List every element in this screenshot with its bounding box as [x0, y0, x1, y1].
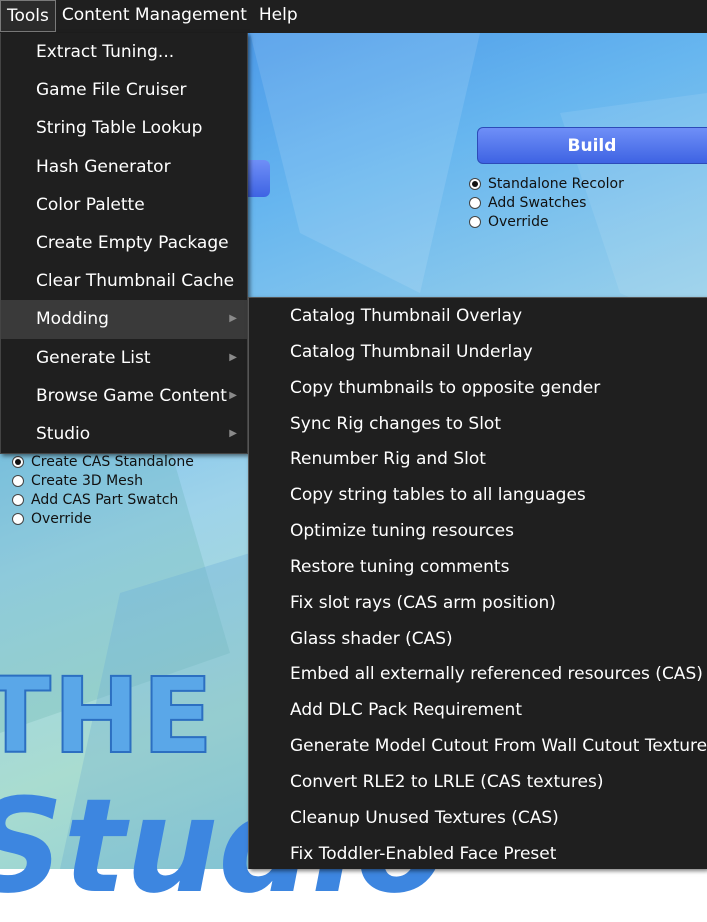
submenu-item-convert-rle2[interactable]: Convert RLE2 to LRLE (CAS textures)	[249, 764, 707, 800]
menu-item-label: String Table Lookup	[36, 118, 203, 139]
tools-dropdown: Extract Tuning... Game File Cruiser Stri…	[0, 33, 248, 454]
submenu-arrow-icon: ▶	[229, 389, 237, 401]
menu-content-management[interactable]: Content Management	[56, 0, 253, 32]
submenu-item-fix-slot-rays[interactable]: Fix slot rays (CAS arm position)	[249, 585, 707, 621]
menu-item-label: Clear Thumbnail Cache	[36, 271, 235, 292]
submenu-item-cleanup-textures[interactable]: Cleanup Unused Textures (CAS)	[249, 800, 707, 836]
menu-item-hash-generator[interactable]: Hash Generator	[1, 148, 247, 186]
menu-item-create-empty-package[interactable]: Create Empty Package	[1, 224, 247, 262]
submenu-item-generate-model-cutout[interactable]: Generate Model Cutout From Wall Cutout T…	[249, 728, 707, 764]
option-label: Override	[488, 213, 549, 230]
option-label: Create CAS Standalone	[31, 453, 194, 470]
menu-item-generate-list[interactable]: Generate List ▶	[1, 339, 247, 377]
menu-help[interactable]: Help	[253, 0, 304, 32]
radio[interactable]	[469, 196, 481, 209]
option-label: Add CAS Part Swatch	[31, 491, 179, 508]
submenu-item-optimize-tuning[interactable]: Optimize tuning resources	[249, 513, 707, 549]
option-label: Create 3D Mesh	[31, 472, 143, 489]
submenu-item-glass-shader[interactable]: Glass shader (CAS)	[249, 621, 707, 657]
menu-item-label: Hash Generator	[36, 156, 171, 177]
option-label: Standalone Recolor	[488, 175, 624, 192]
option-standalone-recolor[interactable]: Standalone Recolor	[469, 174, 624, 193]
radio-selected[interactable]	[469, 177, 481, 190]
option-label: Add Swatches	[488, 194, 587, 211]
modding-submenu: Catalog Thumbnail Overlay Catalog Thumbn…	[248, 297, 707, 869]
radio[interactable]	[12, 493, 24, 506]
submenu-item-restore-comments[interactable]: Restore tuning comments	[249, 549, 707, 585]
option-add-swatches[interactable]: Add Swatches	[469, 193, 624, 212]
submenu-item-catalog-thumbnail-underlay[interactable]: Catalog Thumbnail Underlay	[249, 334, 707, 370]
option-override[interactable]: Override	[469, 212, 624, 231]
submenu-item-embed-resources[interactable]: Embed all externally referenced resource…	[249, 656, 707, 692]
menu-bar: Tools Content Management Help	[0, 0, 707, 33]
option-add-cas-part-swatch[interactable]: Add CAS Part Swatch	[12, 490, 194, 509]
menu-tools[interactable]: Tools	[0, 0, 56, 32]
option-create-cas-standalone[interactable]: Create CAS Standalone	[12, 452, 194, 471]
submenu-item-catalog-thumbnail-overlay[interactable]: Catalog Thumbnail Overlay	[249, 298, 707, 334]
radio[interactable]	[469, 215, 481, 228]
menu-item-label: Studio	[36, 423, 91, 444]
menu-item-browse-game-content[interactable]: Browse Game Content ▶	[1, 377, 247, 415]
radio[interactable]	[12, 474, 24, 487]
build-options: Standalone Recolor Add Swatches Override	[469, 174, 624, 231]
submenu-arrow-icon: ▶	[229, 313, 237, 325]
menu-item-label: Color Palette	[36, 194, 145, 215]
build-button[interactable]: Build	[477, 127, 707, 164]
submenu-item-sync-rig[interactable]: Sync Rig changes to Slot	[249, 406, 707, 442]
submenu-item-copy-string-tables[interactable]: Copy string tables to all languages	[249, 477, 707, 513]
radio-selected[interactable]	[12, 455, 24, 468]
submenu-arrow-icon: ▶	[229, 427, 237, 439]
menu-item-label: Extract Tuning...	[36, 42, 175, 62]
radio[interactable]	[12, 512, 24, 525]
submenu-item-add-dlc-requirement[interactable]: Add DLC Pack Requirement	[249, 692, 707, 728]
menu-item-label: Generate List	[36, 347, 151, 368]
cas-options: Create CAS Standalone Create 3D Mesh Add…	[12, 452, 194, 528]
submenu-item-copy-thumbnails[interactable]: Copy thumbnails to opposite gender	[249, 370, 707, 406]
submenu-arrow-icon: ▶	[229, 351, 237, 363]
menu-item-modding[interactable]: Modding ▶	[1, 300, 247, 339]
option-label: Override	[31, 510, 92, 527]
menu-item-label: Browse Game Content	[36, 385, 227, 406]
option-create-3d-mesh[interactable]: Create 3D Mesh	[12, 471, 194, 490]
menu-item-string-table-lookup[interactable]: String Table Lookup	[1, 109, 247, 147]
menu-item-clear-thumbnail-cache[interactable]: Clear Thumbnail Cache	[1, 262, 247, 300]
menu-item-label: Modding	[36, 309, 109, 330]
menu-item-label: Game File Cruiser	[36, 80, 187, 101]
menu-item-color-palette[interactable]: Color Palette	[1, 186, 247, 224]
menu-item-studio[interactable]: Studio ▶	[1, 415, 247, 453]
submenu-item-fix-toddler-preset[interactable]: Fix Toddler-Enabled Face Preset	[249, 836, 707, 872]
option-override[interactable]: Override	[12, 509, 194, 528]
menu-item-label: Create Empty Package	[36, 232, 229, 253]
menu-item-extract-tuning[interactable]: Extract Tuning...	[1, 33, 247, 71]
menu-item-game-file-cruiser[interactable]: Game File Cruiser	[1, 71, 247, 109]
submenu-item-renumber-rig[interactable]: Renumber Rig and Slot	[249, 441, 707, 477]
